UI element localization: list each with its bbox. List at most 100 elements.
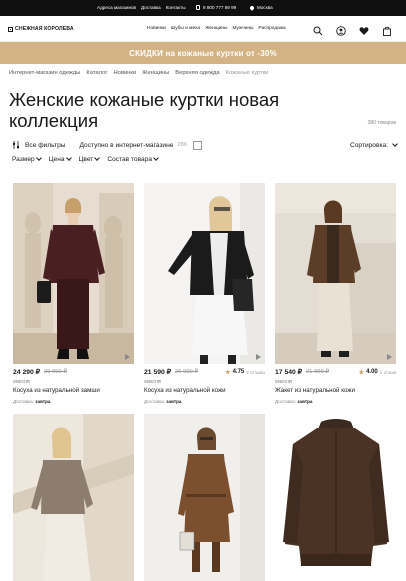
review-count[interactable]: 1 отзыв [380, 370, 396, 375]
product-image[interactable] [13, 183, 134, 364]
chevron-down-icon [35, 155, 42, 161]
nav-item-sale[interactable]: Распродажа [258, 26, 285, 31]
top-info-bar: Адреса магазинов Доставка Контакты 8 800… [0, 0, 406, 16]
product-rating: ★ 4.75 2 отзыва [225, 369, 265, 376]
nav-item-men[interactable]: Мужчины [232, 26, 253, 31]
promo-banner[interactable]: СКИДКИ на кожаные куртки от -30% [0, 42, 406, 64]
top-links: Адреса магазинов Доставка Контакты [97, 5, 186, 10]
breadcrumb-current: Кожаные куртки [225, 70, 269, 76]
product-card[interactable]: 17 540 ₽ 21 990 ₽ ★ 4.00 1 отзыв SNEGIR … [275, 183, 396, 408]
breadcrumb-item[interactable]: Новинки [113, 70, 136, 76]
filter-dropdowns: Размер Цена Цвет Состав товара [12, 155, 159, 163]
search-icon[interactable] [313, 23, 323, 36]
product-card[interactable]: 24 290 ₽ 29 990 ₽ SNEGIR Косуха из натур… [13, 183, 134, 408]
product-old-price: 29 990 ₽ [44, 369, 68, 375]
chevron-down-icon [392, 140, 398, 147]
phone-icon [196, 5, 200, 10]
product-price: 17 540 ₽ [275, 369, 303, 376]
product-old-price: 26 990 ₽ [175, 369, 199, 375]
product-name[interactable]: Косуха из натуральной замши [13, 387, 100, 394]
rating-value: 4.00 [366, 369, 378, 375]
phone-link[interactable]: 8 800 777 89 99 [196, 5, 236, 10]
delivery-value: завтра [35, 399, 51, 404]
location-pin-icon [249, 4, 255, 11]
chevron-down-icon [153, 155, 159, 161]
available-online-checkbox[interactable] [193, 140, 203, 150]
video-play-icon[interactable] [387, 354, 392, 360]
city-name: Москва [257, 5, 273, 10]
filter-price-label: Цена [48, 156, 65, 163]
city-selector[interactable]: Москва [249, 4, 273, 11]
price-row: 17 540 ₽ 21 990 ₽ ★ 4.00 1 отзыв [275, 367, 396, 377]
filter-size[interactable]: Размер [12, 155, 42, 163]
top-link-contacts[interactable]: Контакты [166, 5, 186, 10]
product-image[interactable] [13, 414, 134, 581]
breadcrumb-item[interactable]: Интернет-магазин одежды [9, 70, 80, 76]
product-image[interactable] [144, 414, 265, 581]
product-image[interactable] [275, 414, 396, 581]
product-count: 380 товаров [367, 120, 396, 126]
filter-color[interactable]: Цвет [78, 155, 101, 163]
delivery-label: Доставка: [275, 399, 297, 404]
account-icon[interactable] [336, 23, 346, 36]
product-image[interactable] [275, 183, 396, 364]
price-row: 21 590 ₽ 26 990 ₽ ★ 4.75 2 отзыва [144, 367, 265, 377]
product-delivery: Доставка: завтра [13, 399, 50, 404]
product-delivery: Доставка: завтра [275, 399, 312, 404]
breadcrumb-item[interactable]: Каталог [86, 70, 107, 76]
breadcrumb: Интернет-магазин одежды Каталог Новинки … [9, 70, 268, 76]
available-online-label: Доступно в интернет-магазине [79, 141, 174, 149]
breadcrumb-item[interactable]: Женщины [142, 70, 169, 76]
product-image[interactable] [144, 183, 265, 364]
product-name[interactable]: Жакет из натуральной кожи [275, 387, 355, 394]
filter-bar: Все фильтры Доступно в интернет-магазине… [12, 139, 398, 151]
product-brand: SNEGIR [13, 379, 31, 384]
filter-composition[interactable]: Состав товара [107, 155, 159, 163]
delivery-value: завтра [297, 399, 313, 404]
product-brand: SNEGIR [275, 379, 293, 384]
site-header: СНЕЖНАЯ КОРОЛЕВА Новинки Шубы и меха Жен… [0, 16, 406, 42]
promo-text: СКИДКИ на кожаные куртки от -30% [129, 48, 277, 58]
chevron-down-icon [65, 155, 72, 161]
delivery-label: Доставка: [13, 399, 35, 404]
phone-number: 8 800 777 89 99 [203, 5, 237, 10]
filter-sliders-icon [12, 141, 20, 149]
main-nav: Новинки Шубы и меха Женщины Мужчины Расп… [147, 26, 286, 31]
all-filters-button[interactable]: Все фильтры [12, 141, 66, 149]
logo-mark-icon [8, 26, 13, 32]
review-count[interactable]: 2 отзыва [246, 370, 265, 375]
logo[interactable]: СНЕЖНАЯ КОРОЛЕВА [8, 26, 74, 32]
product-price: 21 590 ₽ [144, 369, 172, 376]
product-card[interactable]: 21 590 ₽ 26 990 ₽ ★ 4.75 2 отзыва SNEGIR… [144, 183, 265, 408]
product-rating: ★ 4.00 1 отзыв [359, 369, 396, 376]
video-play-icon[interactable] [256, 354, 261, 360]
nav-item-furs[interactable]: Шубы и меха [171, 26, 200, 31]
top-link-stores[interactable]: Адреса магазинов [97, 5, 136, 10]
star-icon: ★ [225, 369, 231, 376]
sort-label: Сортировка: [349, 141, 388, 149]
header-icons [313, 23, 392, 36]
top-link-delivery[interactable]: Доставка [141, 5, 161, 10]
bag-icon[interactable] [382, 23, 392, 36]
available-online-toggle[interactable]: Доступно в интернет-магазине 286 [79, 140, 203, 150]
all-filters-label: Все фильтры [25, 141, 66, 149]
product-brand: SNEGIR [144, 379, 162, 384]
nav-item-women[interactable]: Женщины [205, 26, 227, 31]
video-play-icon[interactable] [125, 354, 130, 360]
product-delivery: Доставка: завтра [144, 399, 181, 404]
star-icon: ★ [358, 369, 365, 376]
breadcrumb-item[interactable]: Верхняя одежда [175, 70, 219, 76]
nav-item-new[interactable]: Новинки [147, 26, 166, 31]
available-online-count: 286 [177, 142, 188, 148]
filter-price[interactable]: Цена [48, 155, 72, 163]
filter-composition-label: Состав товара [107, 156, 153, 163]
filter-color-label: Цвет [78, 156, 94, 163]
logo-text: СНЕЖНАЯ КОРОЛЕВА [15, 26, 74, 32]
delivery-label: Доставка: [144, 399, 166, 404]
sort-dropdown[interactable]: Сортировка: [349, 140, 398, 149]
chevron-down-icon [94, 155, 101, 161]
page-title: Женские кожаные куртки новая коллекция [9, 89, 280, 131]
product-name[interactable]: Косуха из натуральной кожи [144, 387, 226, 394]
heart-icon[interactable] [359, 23, 369, 35]
product-price: 24 290 ₽ [13, 369, 41, 376]
